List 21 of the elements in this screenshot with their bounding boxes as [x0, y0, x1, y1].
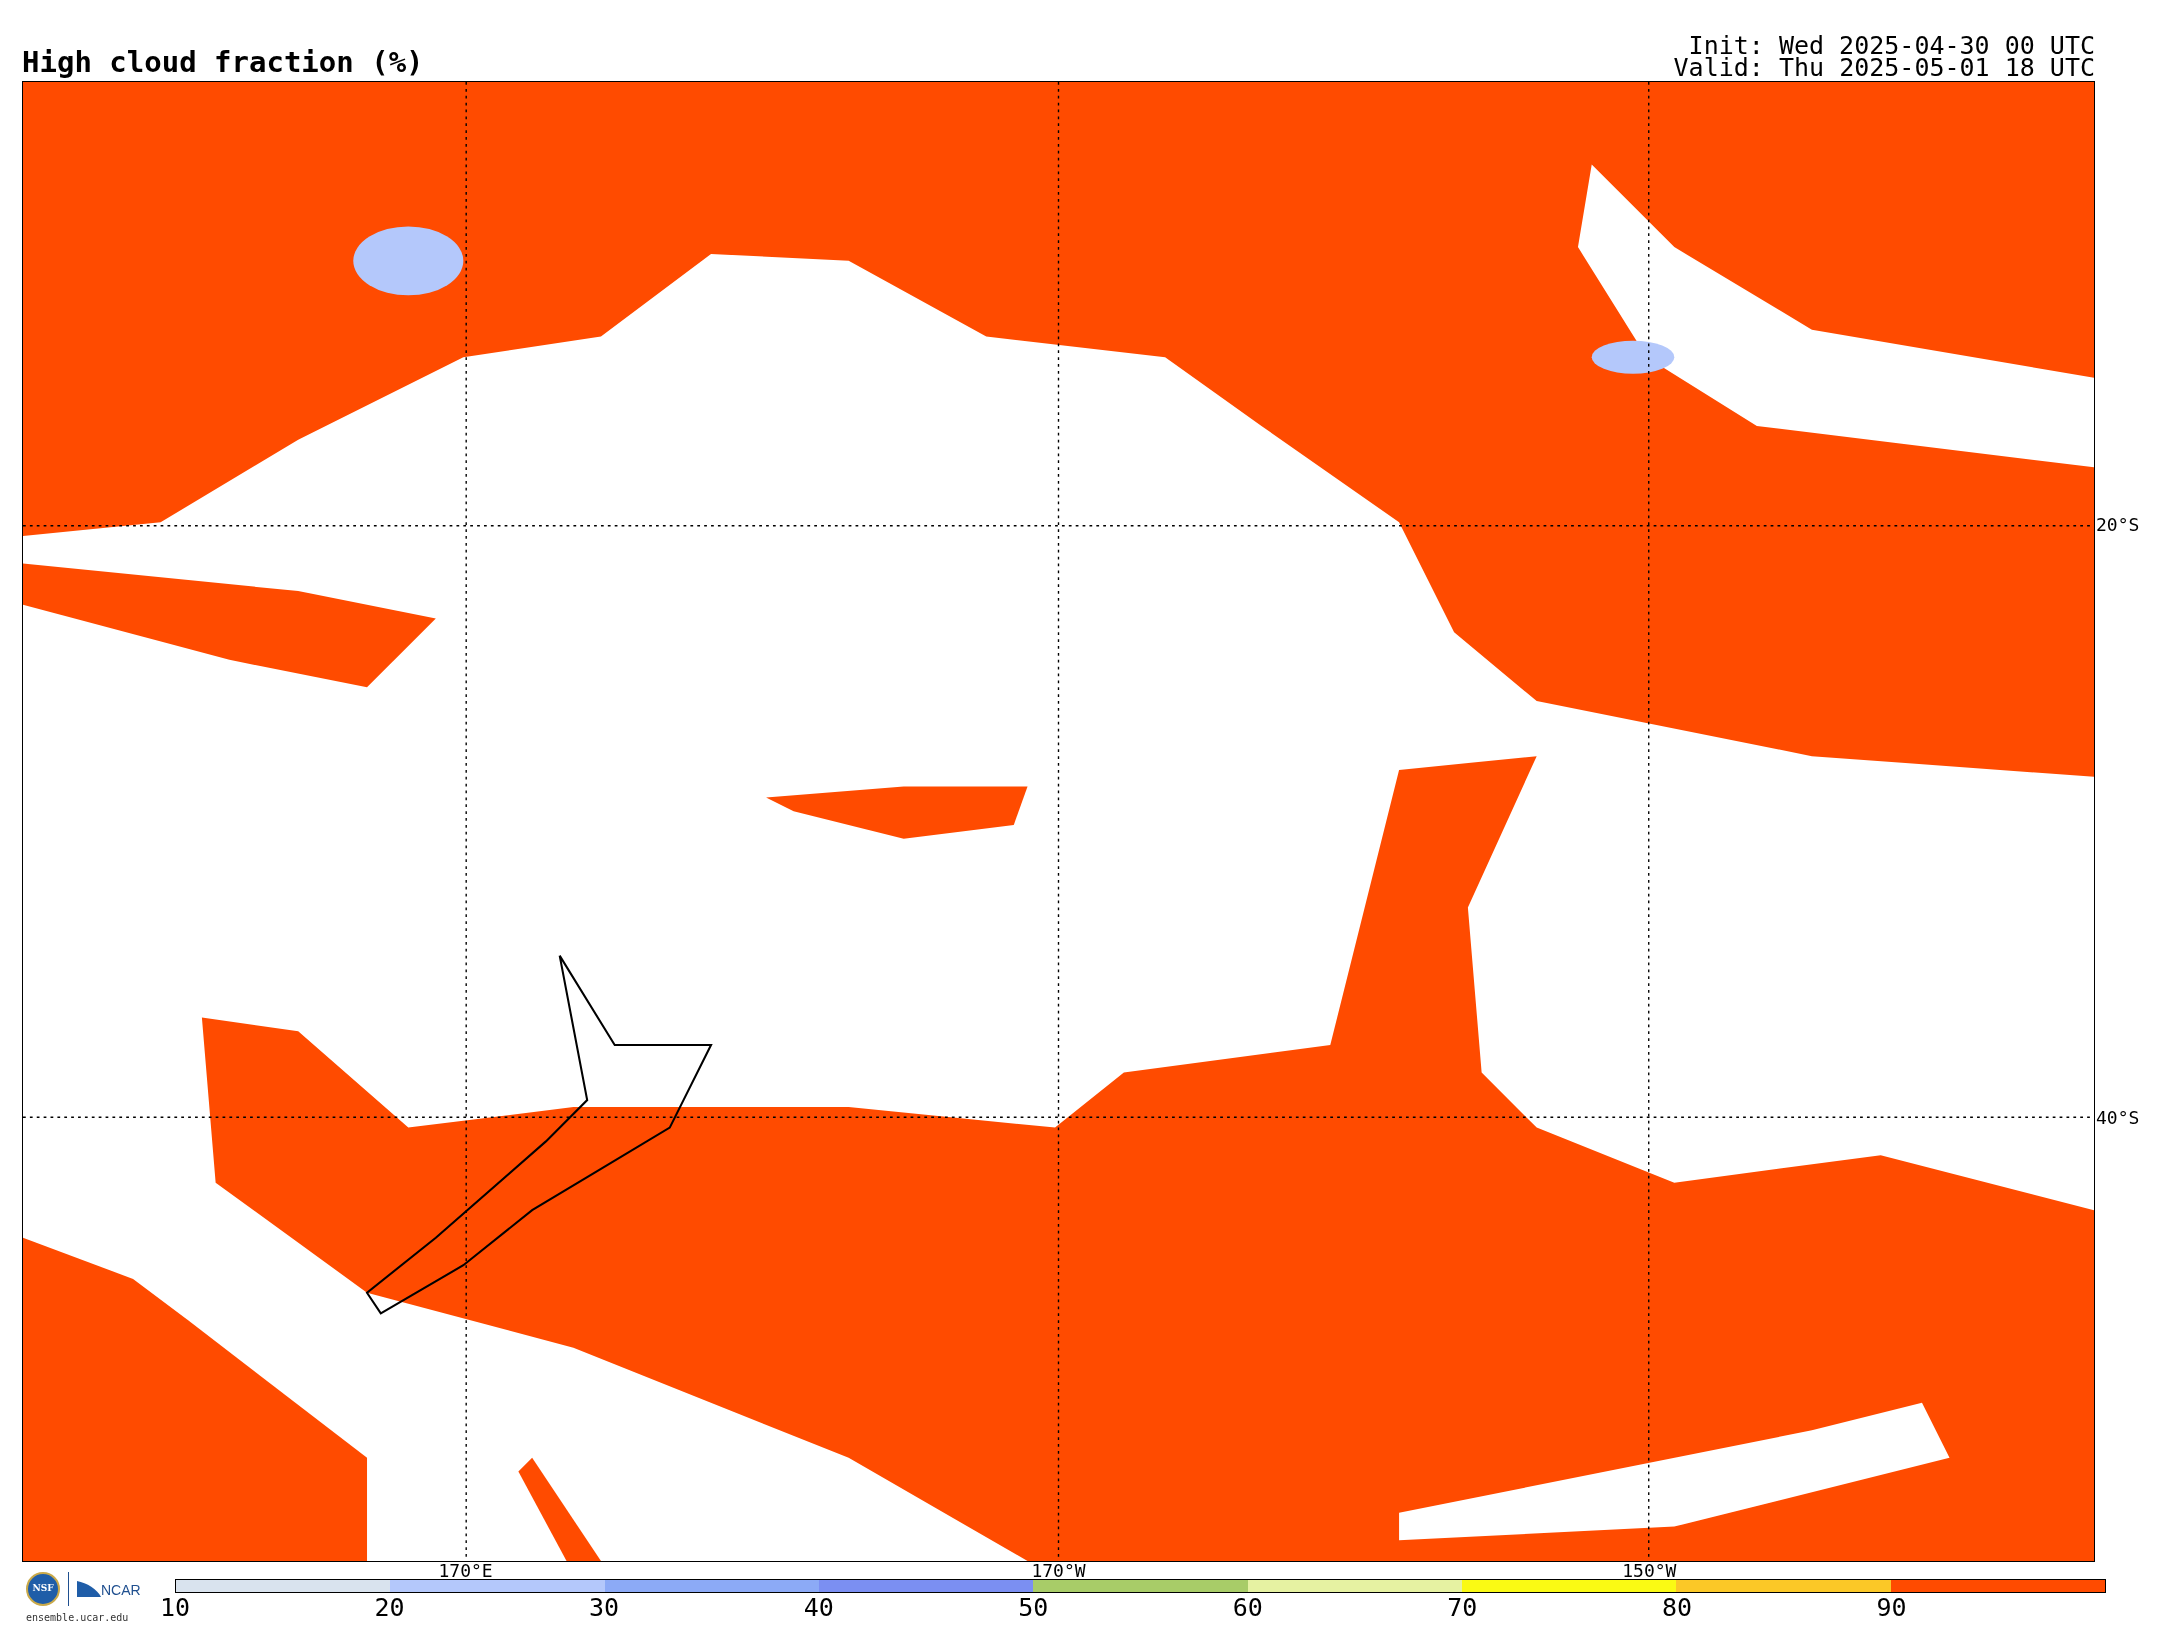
- colorbar-tick-label: 60: [1232, 1595, 1263, 1620]
- longitude-label: 170°E: [438, 1562, 493, 1580]
- latitude-label: 20°S: [2096, 516, 2140, 535]
- colorbar-tick-label: 40: [803, 1595, 834, 1620]
- colorbar-tick-label: 20: [374, 1595, 405, 1620]
- colorbar-tick-label: 70: [1447, 1595, 1478, 1620]
- colorbar-tick-label: 50: [1018, 1595, 1049, 1620]
- swoosh-icon: [77, 1581, 101, 1597]
- valid-time: Valid: Thu 2025-05-01 18 UTC: [1673, 57, 2095, 79]
- nsf-logo: NSF: [26, 1572, 60, 1606]
- longitude-label: 150°W: [1622, 1562, 1677, 1580]
- colorbar-tick-label: 90: [1876, 1595, 1907, 1620]
- website-text: ensemble.ucar.edu: [26, 1611, 130, 1625]
- colorbar-tick-label: 30: [589, 1595, 620, 1620]
- colorbar-tick-label: 10: [159, 1595, 191, 1620]
- ncar-logo: NCAR: [77, 1581, 141, 1597]
- colorbar-tick-label: 80: [1661, 1595, 1692, 1620]
- init-time: Init: Wed 2025-04-30 00 UTC: [1688, 35, 2095, 57]
- chart-title: High cloud fraction (%): [22, 48, 424, 77]
- longitude-label: 170°W: [1031, 1562, 1086, 1580]
- latitude-label: 40°S: [2096, 1108, 2140, 1127]
